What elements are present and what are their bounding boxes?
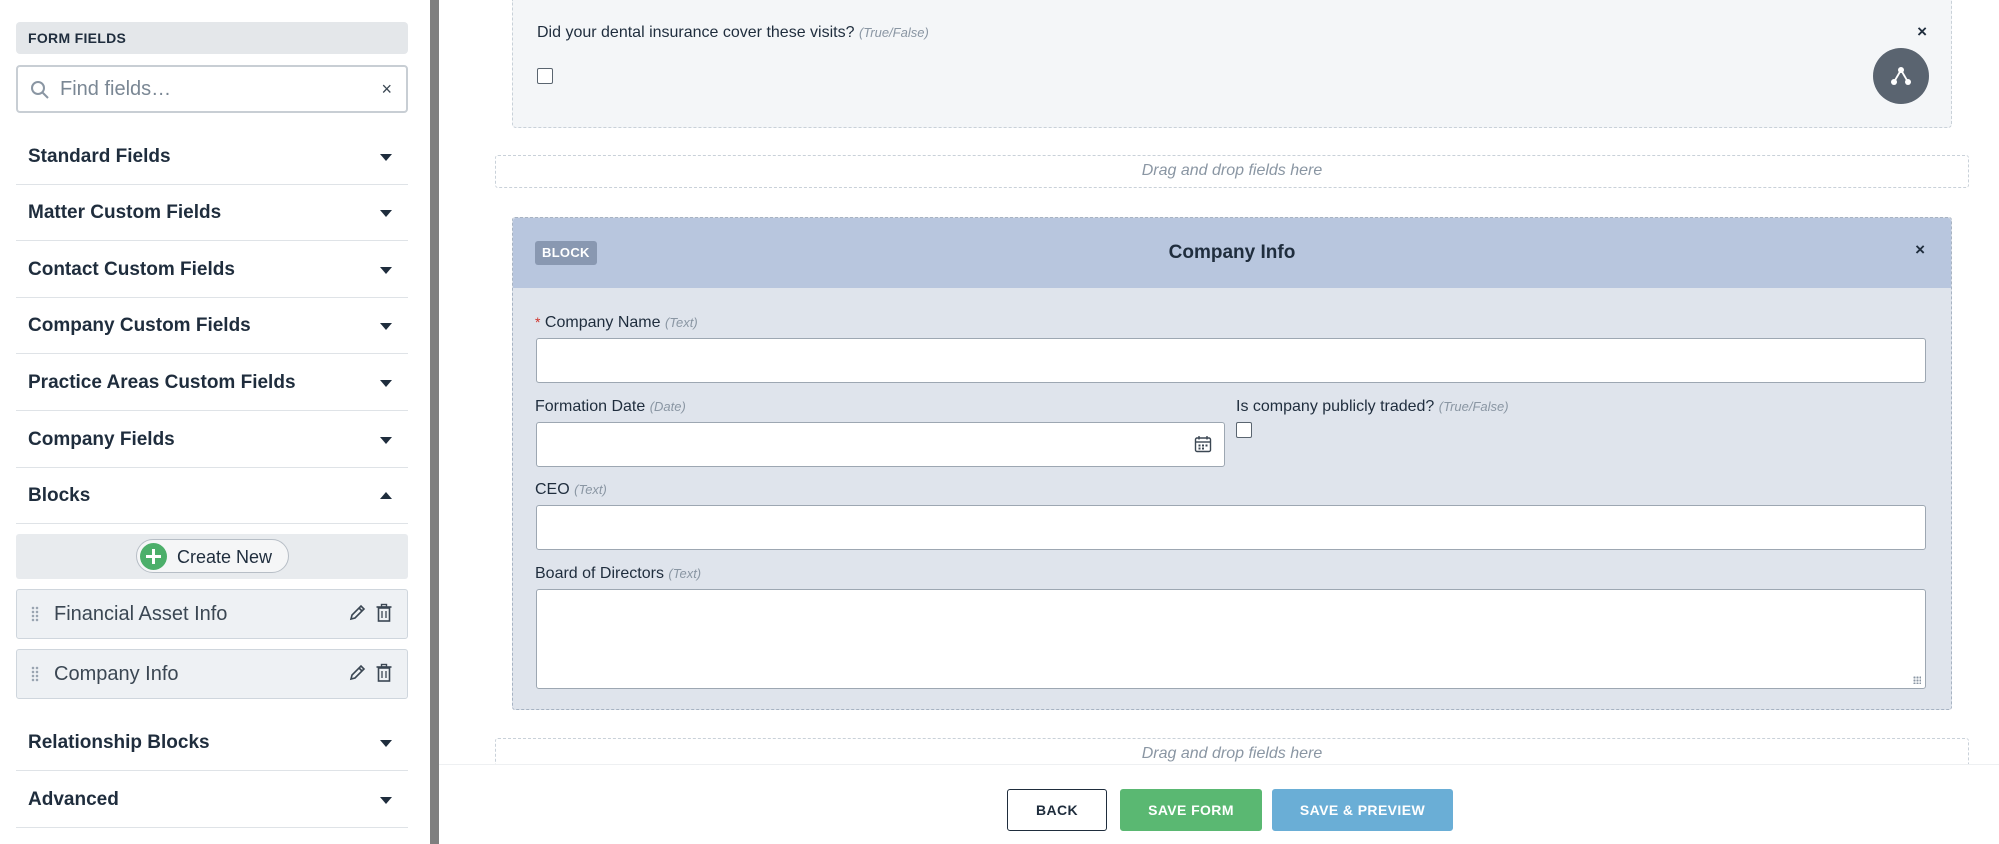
ceo-input[interactable] <box>536 505 1926 550</box>
create-new-label: Create New <box>177 547 273 567</box>
search-box: × <box>16 65 408 113</box>
section-company-fields[interactable]: Company Fields <box>16 412 408 468</box>
sidebar-divider[interactable] <box>430 0 439 844</box>
field-label-text: Company Name <box>544 314 661 331</box>
board-of-directors-label: Board of Directors (Text) <box>535 565 701 583</box>
caret-up-icon <box>380 492 392 499</box>
section-label: Blocks <box>28 485 91 506</box>
resize-handle-icon[interactable] <box>1913 676 1921 684</box>
hierarchy-icon <box>1891 67 1911 85</box>
caret-down-icon <box>380 210 392 217</box>
field-type-hint: (Text) <box>668 566 702 581</box>
question-type-hint: (True/False) <box>858 25 929 40</box>
section-relationship-blocks[interactable]: Relationship Blocks <box>16 715 408 771</box>
field-label-text: Is company publicly traded? <box>1236 398 1435 415</box>
form-fields-sidebar: FORM FIELDS × Standard Fields Matter Cus… <box>0 0 430 844</box>
section-label: Advanced <box>28 789 119 810</box>
plus-circle-icon <box>140 543 167 570</box>
block-header: BLOCK Company Info × <box>513 218 1951 288</box>
drag-handle-icon[interactable] <box>31 606 39 622</box>
section-advanced[interactable]: Advanced <box>16 772 408 828</box>
create-new-button[interactable]: Create New <box>136 539 289 573</box>
field-type-hint: (True/False) <box>1438 399 1509 414</box>
field-type-hint: (Date) <box>649 399 686 414</box>
company-name-input[interactable] <box>536 338 1926 383</box>
block-title: Company Info <box>1168 242 1296 263</box>
company-name-label: * Company Name (Text) <box>535 314 698 332</box>
save-and-preview-button[interactable]: SAVE & PREVIEW <box>1272 789 1453 831</box>
block-company-info[interactable]: BLOCK Company Info × * Company Name (Tex… <box>512 217 1952 710</box>
block-item-label: Financial Asset Info <box>54 603 228 625</box>
field-label-text: CEO <box>535 481 570 498</box>
drag-handle-icon[interactable] <box>31 666 39 682</box>
section-label: Contact Custom Fields <box>28 259 235 280</box>
save-form-button[interactable]: SAVE FORM <box>1120 789 1262 831</box>
field-type-hint: (Text) <box>664 315 698 330</box>
trash-icon[interactable] <box>375 663 393 683</box>
search-icon <box>31 81 49 99</box>
section-practice-areas-custom-fields[interactable]: Practice Areas Custom Fields <box>16 355 408 411</box>
pencil-icon[interactable] <box>348 663 366 683</box>
caret-down-icon <box>380 797 392 804</box>
publicly-traded-checkbox[interactable] <box>1236 422 1252 438</box>
close-icon[interactable]: × <box>1917 22 1927 42</box>
create-new-row: Create New <box>16 534 408 579</box>
section-matter-custom-fields[interactable]: Matter Custom Fields <box>16 185 408 241</box>
section-label: Relationship Blocks <box>28 732 210 753</box>
search-input[interactable] <box>60 75 360 103</box>
caret-down-icon <box>380 380 392 387</box>
close-icon[interactable]: × <box>1915 240 1925 260</box>
block-item-financial-asset-info[interactable]: Financial Asset Info <box>16 589 408 639</box>
sidebar-header: FORM FIELDS <box>16 22 408 54</box>
section-label: Matter Custom Fields <box>28 202 222 223</box>
section-label: Company Fields <box>28 429 175 450</box>
section-label: Practice Areas Custom Fields <box>28 372 296 393</box>
block-item-company-info[interactable]: Company Info <box>16 649 408 699</box>
question-field-card[interactable]: Did your dental insurance cover these vi… <box>512 0 1952 128</box>
board-of-directors-textarea[interactable] <box>536 589 1926 689</box>
field-label-text: Board of Directors <box>535 565 664 582</box>
block-item-label: Company Info <box>54 663 179 685</box>
hierarchy-button[interactable] <box>1873 48 1929 104</box>
clear-icon[interactable]: × <box>381 78 392 100</box>
question-text: Did your dental insurance cover these vi… <box>537 24 855 41</box>
caret-down-icon <box>380 323 392 330</box>
section-label: Company Custom Fields <box>28 315 251 336</box>
form-footer: BACK SAVE FORM SAVE & PREVIEW <box>439 764 1999 844</box>
required-marker: * <box>535 314 541 330</box>
back-button[interactable]: BACK <box>1007 789 1107 831</box>
calendar-icon[interactable] <box>1194 435 1212 453</box>
ceo-label: CEO (Text) <box>535 481 607 499</box>
dropzone-top[interactable]: Drag and drop fields here <box>495 155 1969 188</box>
trash-icon[interactable] <box>375 603 393 623</box>
section-blocks[interactable]: Blocks <box>16 468 408 524</box>
caret-down-icon <box>380 267 392 274</box>
caret-down-icon <box>380 740 392 747</box>
formation-date-label: Formation Date (Date) <box>535 398 686 416</box>
section-label: Standard Fields <box>28 146 171 167</box>
publicly-traded-label: Is company publicly traded? (True/False) <box>1236 398 1509 416</box>
question-label: Did your dental insurance cover these vi… <box>537 24 929 42</box>
field-label-text: Formation Date <box>535 398 646 415</box>
caret-down-icon <box>380 154 392 161</box>
caret-down-icon <box>380 437 392 444</box>
section-standard-fields[interactable]: Standard Fields <box>16 129 408 185</box>
field-type-hint: (Text) <box>574 482 607 497</box>
question-checkbox[interactable] <box>537 68 553 84</box>
formation-date-input[interactable] <box>536 422 1225 467</box>
section-company-custom-fields[interactable]: Company Custom Fields <box>16 298 408 354</box>
pencil-icon[interactable] <box>348 603 366 623</box>
section-contact-custom-fields[interactable]: Contact Custom Fields <box>16 242 408 298</box>
form-canvas: Did your dental insurance cover these vi… <box>439 0 1999 844</box>
